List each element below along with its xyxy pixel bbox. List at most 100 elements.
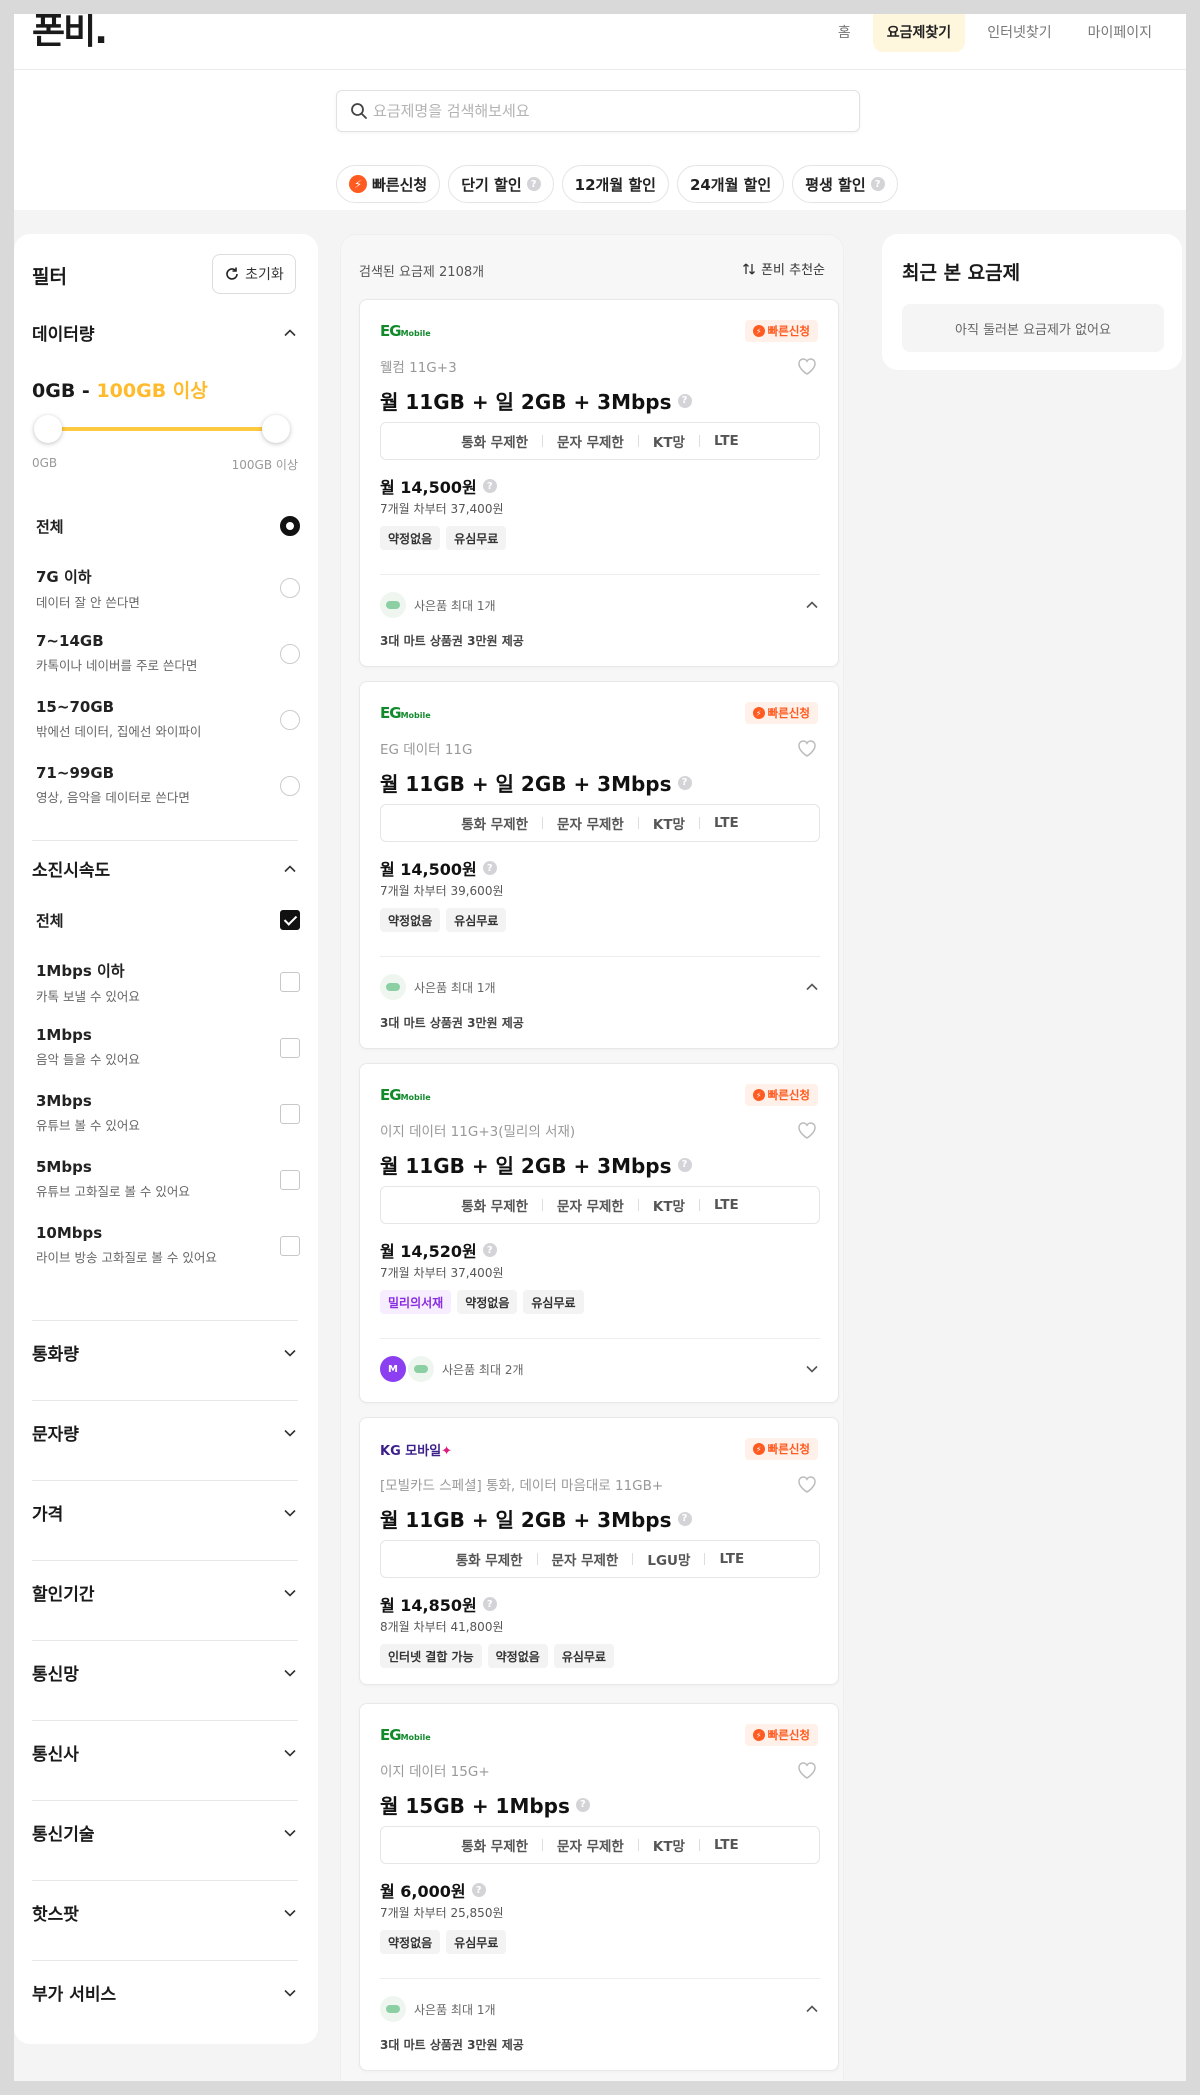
data-option-7g[interactable]: 7G 이하 데이터 잘 안 쓴다면	[36, 566, 300, 622]
recent-empty-message: 아직 둘러본 요금제가 없어요	[902, 304, 1164, 352]
main-nav: 홈 요금제찾기 인터넷찾기 마이페이지	[824, 14, 1166, 52]
feature: LTE	[713, 1197, 739, 1213]
slider-max-handle[interactable]	[262, 415, 290, 443]
help-icon[interactable]: ?	[575, 1797, 590, 1812]
help-icon[interactable]: ?	[677, 393, 692, 408]
sort-button[interactable]: 폰비 추천순	[742, 259, 825, 278]
option-title: 71~99GB	[36, 764, 115, 782]
heart-icon[interactable]	[796, 1120, 818, 1140]
page-frame: 폰비. 홈 요금제찾기 인터넷찾기 마이페이지 ⚡ 빠른신청 단기 할인 ?	[14, 14, 1186, 2081]
plan-card[interactable]: KG 모바일✦ ⚡ 빠른신청 [모빌카드 스페셜] 통화, 데이터 마음대로 11…	[359, 1417, 839, 1685]
help-icon[interactable]: ?	[471, 1883, 486, 1897]
section-hotspot[interactable]: 핫스팟	[32, 1900, 298, 1925]
section-speed[interactable]: 소진시속도	[32, 856, 298, 881]
feature: 통화 무제한	[461, 1199, 529, 1215]
heart-icon[interactable]	[796, 738, 818, 758]
checkbox[interactable]	[280, 972, 300, 992]
help-icon[interactable]: ?	[677, 1157, 692, 1172]
help-icon[interactable]: ?	[482, 479, 497, 493]
plan-card[interactable]: EGMobile ⚡ 빠른신청 EG 데이터 11G 월 11GB + 일 2GB…	[359, 681, 839, 1049]
option-title: 7~14GB	[36, 632, 104, 650]
speed-option-under1[interactable]: 1Mbps 이하 카톡 보낼 수 있어요	[36, 960, 300, 1016]
option-title: 1Mbps	[36, 1026, 92, 1044]
help-icon[interactable]: ?	[870, 177, 885, 191]
help-icon[interactable]: ?	[677, 1511, 692, 1526]
help-icon[interactable]: ?	[482, 1597, 497, 1611]
chip-short-discount[interactable]: 단기 할인 ?	[448, 165, 554, 203]
heart-icon[interactable]	[796, 356, 818, 376]
plan-card[interactable]: EGMobile ⚡ 빠른신청 웰컴 11G+3 월 11GB + 일 2GB +…	[359, 299, 839, 667]
data-option-all[interactable]: 전체	[36, 516, 300, 572]
badge-label: 빠른신청	[767, 1442, 810, 1456]
nav-mypage[interactable]: 마이페이지	[1074, 14, 1166, 52]
slider-min-handle[interactable]	[34, 415, 62, 443]
gift-toggle[interactable]: 사은품 최대 1개	[380, 1994, 820, 2024]
gift-toggle[interactable]: 사은품 최대 1개	[380, 972, 820, 1002]
carrier-logo: KG 모바일✦	[380, 1440, 452, 1459]
nav-internet-search[interactable]: 인터넷찾기	[973, 14, 1065, 52]
radio[interactable]	[280, 644, 300, 664]
help-icon[interactable]: ?	[526, 177, 541, 191]
checkbox[interactable]	[280, 1170, 300, 1190]
millie-icon: M	[380, 1356, 406, 1382]
help-icon[interactable]: ?	[482, 861, 497, 875]
plan-card[interactable]: EGMobile ⚡ 빠른신청 이지 데이터 11G+3(밀리의 서재) 월 11…	[359, 1063, 839, 1403]
data-option-7-14g[interactable]: 7~14GB 카톡이나 네이버를 주로 쓴다면	[36, 632, 300, 688]
heart-icon[interactable]	[796, 1760, 818, 1780]
section-data-amount[interactable]: 데이터량	[32, 320, 298, 345]
section-extra-service[interactable]: 부가 서비스	[32, 1980, 298, 2005]
checkbox-checked[interactable]	[280, 910, 300, 930]
section-carrier[interactable]: 통신사	[32, 1740, 298, 1765]
section-discount-period[interactable]: 할인기간	[32, 1580, 298, 1605]
nav-home[interactable]: 홈	[824, 14, 865, 52]
tag: 약정없음	[380, 1930, 441, 1954]
spec-text: 월 11GB + 일 2GB + 3Mbps	[380, 1508, 672, 1532]
section-technology[interactable]: 통신기술	[32, 1820, 298, 1845]
separator	[542, 1199, 544, 1211]
speed-option-10m[interactable]: 10Mbps 라이브 방송 고화질로 볼 수 있어요	[36, 1224, 300, 1280]
gift-toggle[interactable]: M 사은품 최대 2개	[380, 1354, 820, 1384]
chip-24month-discount[interactable]: 24개월 할인	[676, 165, 785, 203]
feature: KT망	[652, 435, 685, 451]
section-price[interactable]: 가격	[32, 1500, 298, 1525]
radio[interactable]	[280, 710, 300, 730]
data-option-71-99g[interactable]: 71~99GB 영상, 음악을 데이터로 쓴다면	[36, 764, 300, 820]
section-network[interactable]: 통신망	[32, 1660, 298, 1685]
help-icon[interactable]: ?	[677, 775, 692, 790]
checkbox[interactable]	[280, 1104, 300, 1124]
result-count: 검색된 요금제 2108개	[359, 265, 485, 280]
checkbox[interactable]	[280, 1236, 300, 1256]
chip-lifetime-discount[interactable]: 평생 할인 ?	[792, 165, 898, 203]
reset-button[interactable]: 초기화	[212, 254, 296, 294]
plan-name: [모빌카드 스페셜] 통화, 데이터 마음대로 11GB+	[380, 1478, 664, 1494]
feature: LTE	[719, 1551, 745, 1567]
logo[interactable]: 폰비.	[32, 14, 108, 50]
speed-option-1m[interactable]: 1Mbps 음악 들을 수 있어요	[36, 1026, 300, 1082]
section-sms[interactable]: 문자량	[32, 1420, 298, 1445]
gift-toggle[interactable]: 사은품 최대 1개	[380, 590, 820, 620]
heart-icon[interactable]	[796, 1474, 818, 1494]
feature: LTE	[713, 1837, 739, 1853]
speed-option-3m[interactable]: 3Mbps 유튜브 볼 수 있어요	[36, 1092, 300, 1148]
separator	[542, 435, 544, 447]
chip-12month-discount[interactable]: 12개월 할인	[561, 165, 669, 203]
data-slider-track[interactable]	[48, 427, 276, 431]
speed-option-all[interactable]: 전체	[36, 910, 300, 966]
radio[interactable]	[280, 776, 300, 796]
chip-quick-apply[interactable]: ⚡ 빠른신청	[336, 165, 441, 203]
nav-plan-search[interactable]: 요금제찾기	[872, 14, 966, 52]
tag-list: 약정없음 유심무료	[380, 526, 507, 550]
help-icon[interactable]: ?	[482, 1243, 497, 1257]
divider	[32, 1480, 298, 1481]
checkbox[interactable]	[280, 1038, 300, 1058]
search-input[interactable]	[373, 99, 843, 123]
bolt-icon: ⚡	[752, 1443, 765, 1455]
radio-selected[interactable]	[280, 516, 300, 536]
data-option-15-70g[interactable]: 15~70GB 밖에선 데이터, 집에선 와이파이	[36, 698, 300, 754]
speed-option-5m[interactable]: 5Mbps 유튜브 고화질로 볼 수 있어요	[36, 1158, 300, 1214]
plan-card[interactable]: EGMobile ⚡ 빠른신청 이지 데이터 15G+ 월 15GB + 1Mbp…	[359, 1703, 839, 2071]
section-call[interactable]: 통화량	[32, 1340, 298, 1365]
search-box[interactable]	[336, 90, 860, 132]
chip-label: 빠른신청	[372, 175, 428, 194]
radio[interactable]	[280, 578, 300, 598]
